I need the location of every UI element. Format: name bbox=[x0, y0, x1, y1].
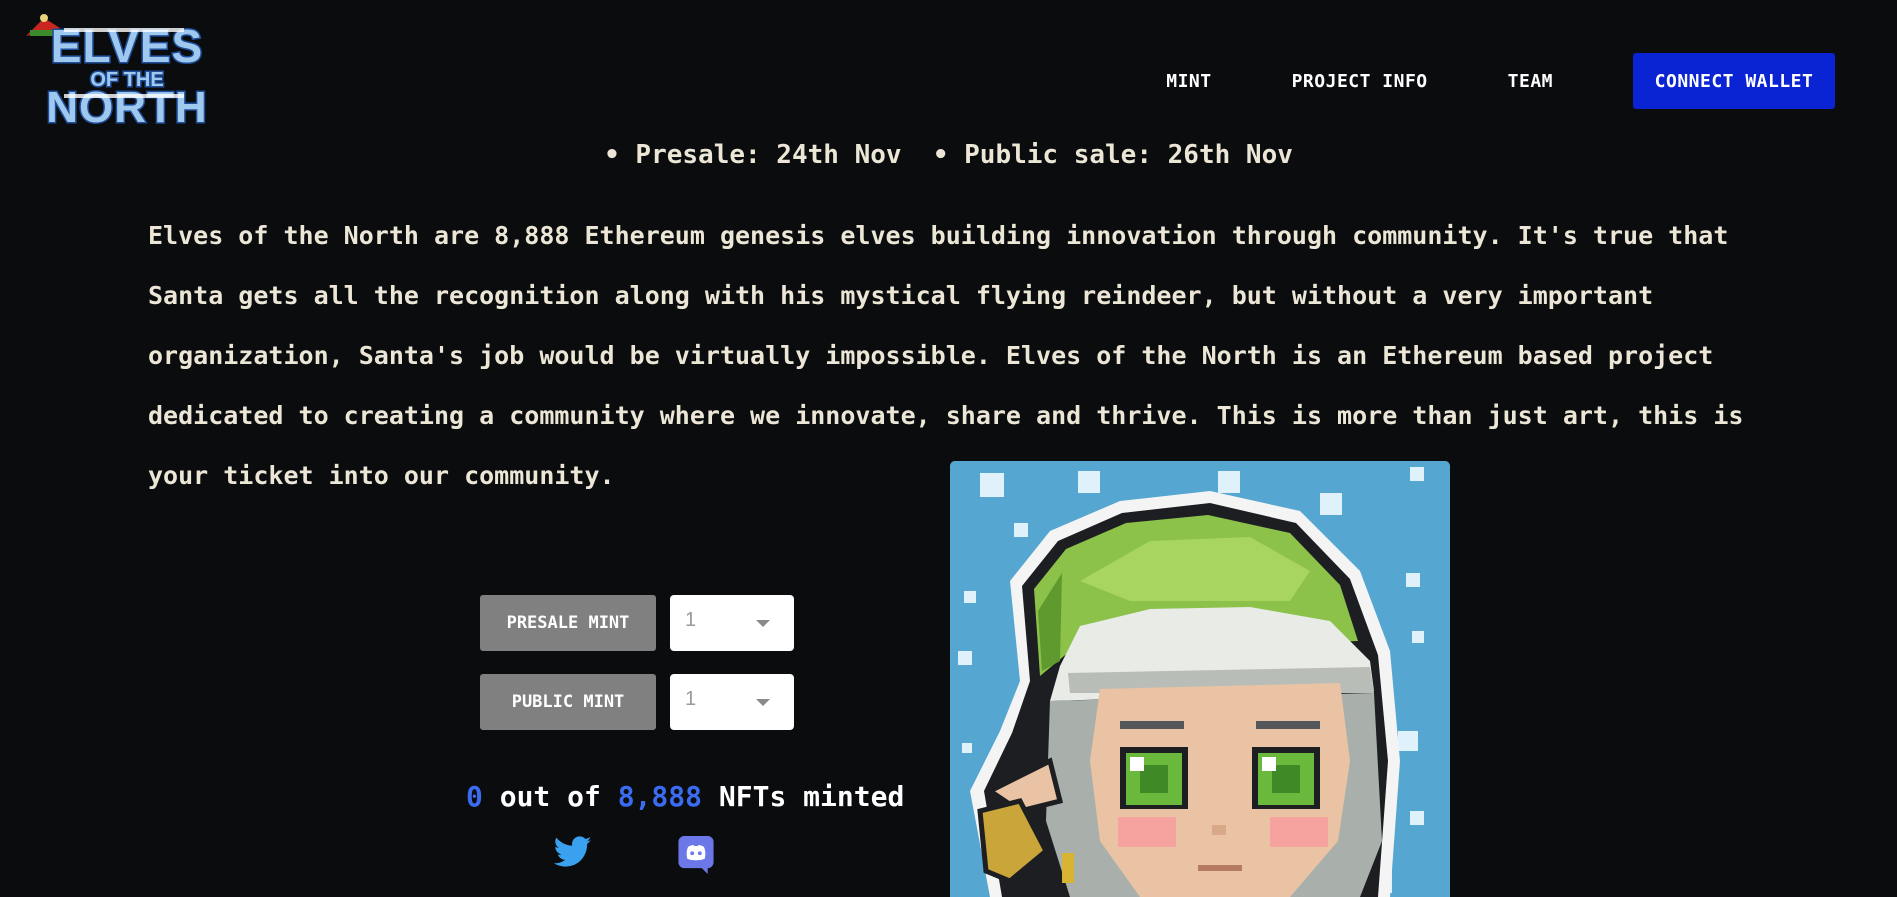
discord-icon[interactable] bbox=[678, 836, 714, 874]
presale-mint-row: PRESALE MINT 1 bbox=[480, 595, 794, 651]
minted-middle: out of bbox=[482, 780, 618, 813]
public-quantity-value: 1 bbox=[685, 688, 697, 710]
page: ELVES OF THE NORTH MINT PROJECT INFO TEA… bbox=[0, 0, 1897, 897]
twitter-icon[interactable] bbox=[554, 836, 592, 868]
svg-text:NORTH: NORTH bbox=[46, 83, 207, 132]
minted-total: 8,888 bbox=[617, 780, 703, 813]
public-mint-button[interactable]: PUBLIC MINT bbox=[480, 674, 656, 730]
main-nav: MINT PROJECT INFO TEAM CONNECT WALLET bbox=[1166, 53, 1835, 109]
presale-quantity-value: 1 bbox=[685, 609, 697, 631]
minted-count: 0 bbox=[466, 780, 483, 813]
presale-quantity-select[interactable]: 1 bbox=[670, 595, 794, 651]
minted-suffix: NFTs minted bbox=[702, 780, 905, 813]
sale-dates: • Presale: 24th Nov • Public sale: 26th … bbox=[604, 140, 1293, 170]
nav-mint[interactable]: MINT bbox=[1166, 71, 1211, 92]
public-mint-row: PUBLIC MINT 1 bbox=[480, 674, 794, 730]
chevron-down-icon bbox=[756, 699, 770, 706]
connect-wallet-button[interactable]: CONNECT WALLET bbox=[1633, 53, 1835, 109]
nav-team[interactable]: TEAM bbox=[1508, 71, 1553, 92]
minted-counter: 0 out of 8,888 NFTs minted bbox=[466, 780, 904, 813]
project-description: Elves of the North are 8,888 Ethereum ge… bbox=[148, 221, 1744, 490]
presale-mint-button[interactable]: PRESALE MINT bbox=[480, 595, 656, 651]
elf-nft-image bbox=[950, 461, 1450, 897]
public-quantity-select[interactable]: 1 bbox=[670, 674, 794, 730]
nav-project-info[interactable]: PROJECT INFO bbox=[1292, 71, 1428, 92]
svg-text:ELVES: ELVES bbox=[51, 20, 203, 72]
chevron-down-icon bbox=[756, 620, 770, 627]
elves-logo[interactable]: ELVES OF THE NORTH bbox=[24, 14, 214, 132]
